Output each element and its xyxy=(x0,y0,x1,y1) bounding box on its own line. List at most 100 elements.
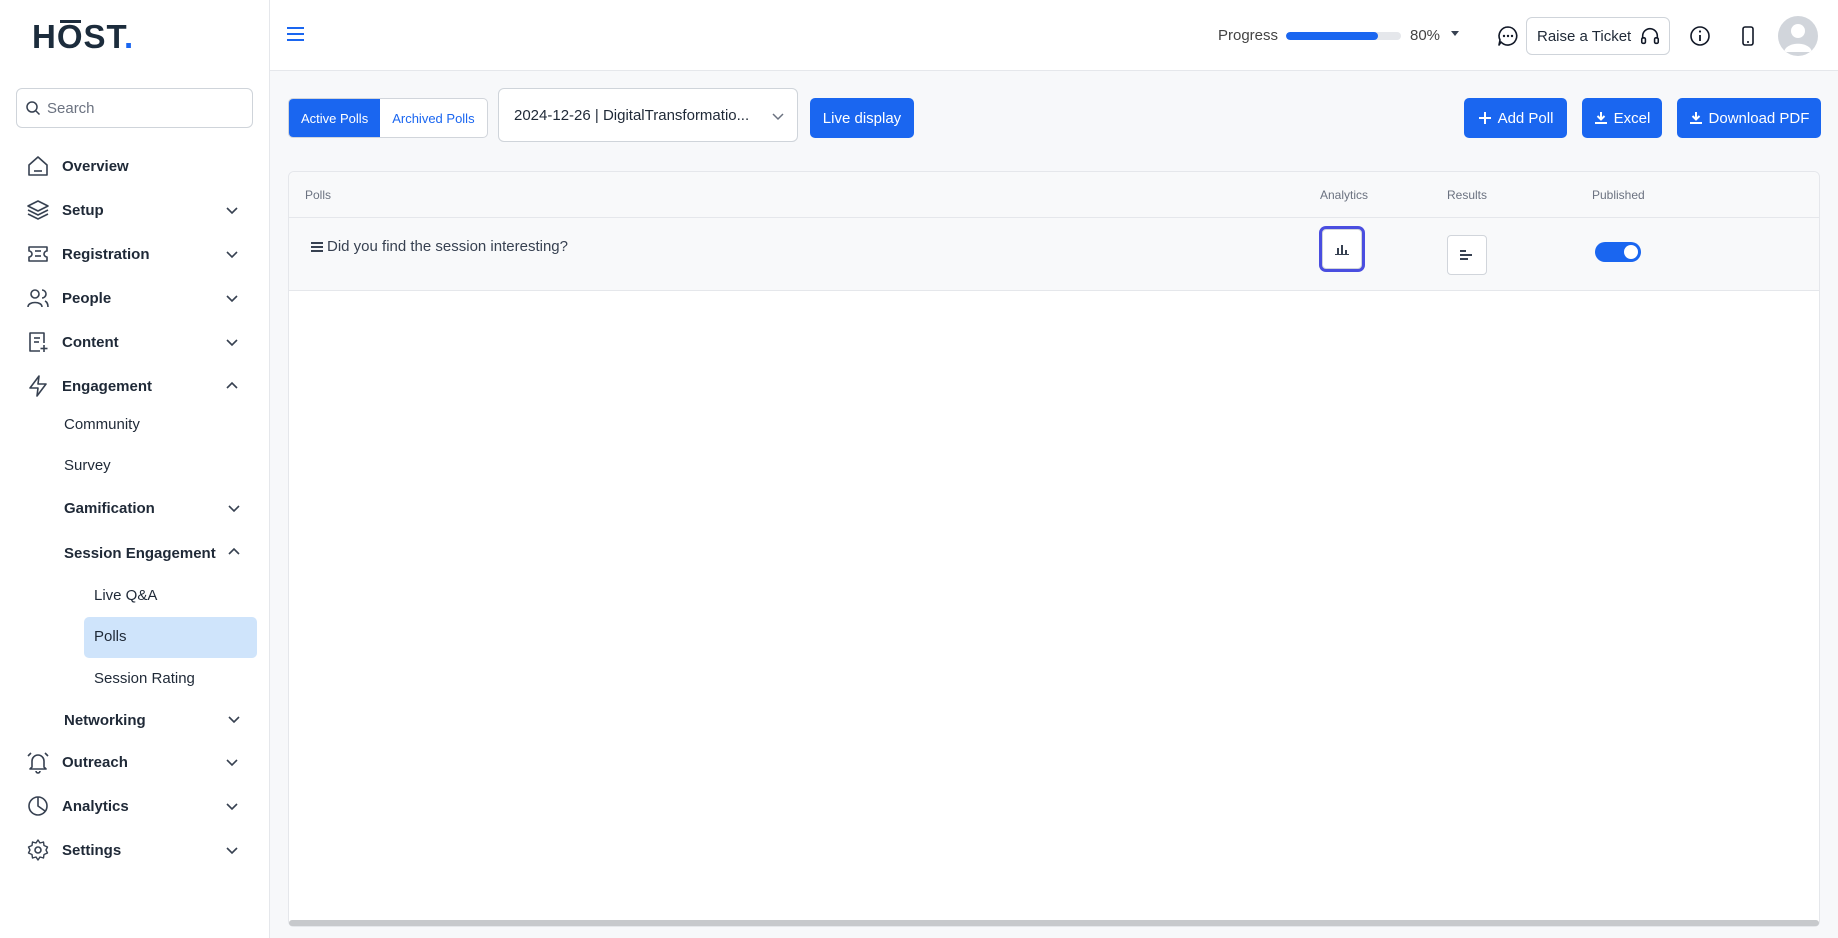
sidebar-item-analytics[interactable]: Analytics xyxy=(0,786,270,826)
live-display-label: Live display xyxy=(822,109,902,127)
user-avatar[interactable] xyxy=(1778,16,1818,56)
search-icon xyxy=(26,101,41,116)
sidebar-subitem-networking[interactable]: Networking xyxy=(64,712,146,729)
chevron-down-icon xyxy=(226,759,238,767)
sidebar-item-label: Registration xyxy=(62,245,150,263)
raise-ticket-label: Raise a Ticket xyxy=(1537,27,1632,45)
excel-label: Excel xyxy=(1613,109,1651,127)
sidebar-item-label: Settings xyxy=(62,841,122,859)
sidebar-item-label: Content xyxy=(62,333,119,351)
tab-active-polls[interactable]: Active Polls xyxy=(289,99,381,137)
bell-icon xyxy=(27,752,49,774)
top-header: Progress 80% Raise a Ticket xyxy=(270,0,1838,71)
sidebar-item-engagement[interactable]: Engagement xyxy=(0,366,270,406)
chat-bubble-icon[interactable] xyxy=(1496,24,1520,48)
home-icon xyxy=(28,156,48,176)
chevron-down-icon xyxy=(228,505,240,513)
layers-icon xyxy=(27,200,49,220)
progress-label: Progress xyxy=(1218,27,1279,44)
lightning-icon xyxy=(29,375,47,397)
ticket-icon xyxy=(28,246,48,262)
sidebar-item-setup[interactable]: Setup xyxy=(0,190,270,230)
horizontal-scrollbar[interactable] xyxy=(289,920,1819,926)
sidebar-item-label: Analytics xyxy=(62,797,129,815)
document-plus-icon xyxy=(29,332,48,352)
sidebar-subitem-live-qa[interactable]: Live Q&A xyxy=(94,587,157,604)
column-header-polls: Polls xyxy=(305,188,332,202)
bar-chart-icon xyxy=(1335,245,1349,255)
users-icon xyxy=(27,289,49,308)
chevron-down-icon xyxy=(228,716,240,724)
sidebar-item-label: People xyxy=(62,289,112,307)
hamburger-menu-icon[interactable] xyxy=(287,27,304,41)
host-logo[interactable]: HOST. xyxy=(32,18,134,56)
gear-icon xyxy=(27,839,49,861)
download-pdf-button[interactable]: Download PDF xyxy=(1677,98,1821,138)
sidebar-subitem-polls[interactable]: Polls xyxy=(94,628,127,645)
analytics-button[interactable] xyxy=(1322,229,1362,269)
sidebar-item-people[interactable]: People xyxy=(0,278,270,318)
chevron-up-icon xyxy=(226,381,238,389)
add-poll-label: Add Poll xyxy=(1497,109,1554,127)
caret-down-icon[interactable] xyxy=(1450,30,1460,38)
chevron-up-icon xyxy=(228,547,240,555)
download-icon xyxy=(1689,112,1702,124)
sidebar-item-outreach[interactable]: Outreach xyxy=(0,742,270,782)
progress-bar xyxy=(1286,32,1401,40)
sidebar-subitem-gamification[interactable]: Gamification xyxy=(64,500,155,517)
raise-ticket-button[interactable]: Raise a Ticket xyxy=(1526,17,1670,55)
sidebar-subitem-session-engagement[interactable]: Session Engagement xyxy=(64,545,216,562)
chevron-down-icon xyxy=(226,339,238,347)
headset-icon xyxy=(1641,27,1660,45)
tab-archived-polls[interactable]: Archived Polls xyxy=(380,99,486,137)
search-input[interactable] xyxy=(47,99,237,117)
user-silhouette-icon xyxy=(1784,24,1812,52)
published-toggle[interactable] xyxy=(1595,242,1641,262)
download-pdf-label: Download PDF xyxy=(1708,109,1810,127)
sidebar-subitem-survey[interactable]: Survey xyxy=(64,457,111,474)
chevron-down-icon xyxy=(226,803,238,811)
sidebar: HOST. Overview Setup Registration People… xyxy=(0,0,270,938)
sidebar-item-label: Outreach xyxy=(62,753,128,771)
results-button[interactable] xyxy=(1447,235,1487,275)
sidebar-item-overview[interactable]: Overview xyxy=(0,146,270,186)
mobile-phone-icon[interactable] xyxy=(1736,24,1760,48)
live-display-button[interactable]: Live display xyxy=(810,98,914,138)
column-header-analytics: Analytics xyxy=(1320,188,1369,202)
horizontal-bars-icon xyxy=(1460,250,1472,260)
sidebar-item-label: Engagement xyxy=(62,377,153,395)
logo-dot: . xyxy=(124,18,135,55)
polls-table: Polls Analytics Results Published Did yo… xyxy=(288,171,1820,927)
chevron-down-icon xyxy=(226,847,238,855)
column-header-published: Published xyxy=(1592,188,1645,202)
table-header: Polls Analytics Results Published xyxy=(289,172,1819,218)
sidebar-subitem-community[interactable]: Community xyxy=(64,416,140,433)
chevron-down-icon xyxy=(226,207,238,215)
chevron-down-icon xyxy=(226,251,238,259)
logo-letter: H xyxy=(32,18,57,55)
logo-letter: O xyxy=(56,18,84,55)
sidebar-item-settings[interactable]: Settings xyxy=(0,830,270,870)
logo-letters: ST xyxy=(83,18,125,55)
drag-handle-icon[interactable] xyxy=(311,242,323,252)
poll-question: Did you find the session interesting? xyxy=(327,238,568,255)
sidebar-item-label: Overview xyxy=(62,157,129,175)
plus-icon xyxy=(1478,112,1491,124)
info-icon[interactable] xyxy=(1688,24,1712,48)
poll-status-toggle: Active Polls Archived Polls xyxy=(288,98,488,138)
pie-chart-icon xyxy=(28,796,48,816)
session-select[interactable]: 2024-12-26 | DigitalTransformatio... xyxy=(498,88,798,142)
sidebar-item-registration[interactable]: Registration xyxy=(0,234,270,274)
chevron-down-icon xyxy=(772,113,784,121)
session-select-value: 2024-12-26 | DigitalTransformatio... xyxy=(514,106,750,124)
column-header-results: Results xyxy=(1447,188,1488,202)
download-icon xyxy=(1594,112,1607,124)
sidebar-item-content[interactable]: Content xyxy=(0,322,270,362)
add-poll-button[interactable]: Add Poll xyxy=(1464,98,1567,138)
sidebar-item-label: Setup xyxy=(62,201,104,219)
chevron-down-icon xyxy=(226,295,238,303)
sidebar-subitem-session-rating[interactable]: Session Rating xyxy=(94,670,195,687)
progress-percent: 80% xyxy=(1410,27,1441,44)
excel-button[interactable]: Excel xyxy=(1582,98,1662,138)
search-box xyxy=(16,88,253,128)
